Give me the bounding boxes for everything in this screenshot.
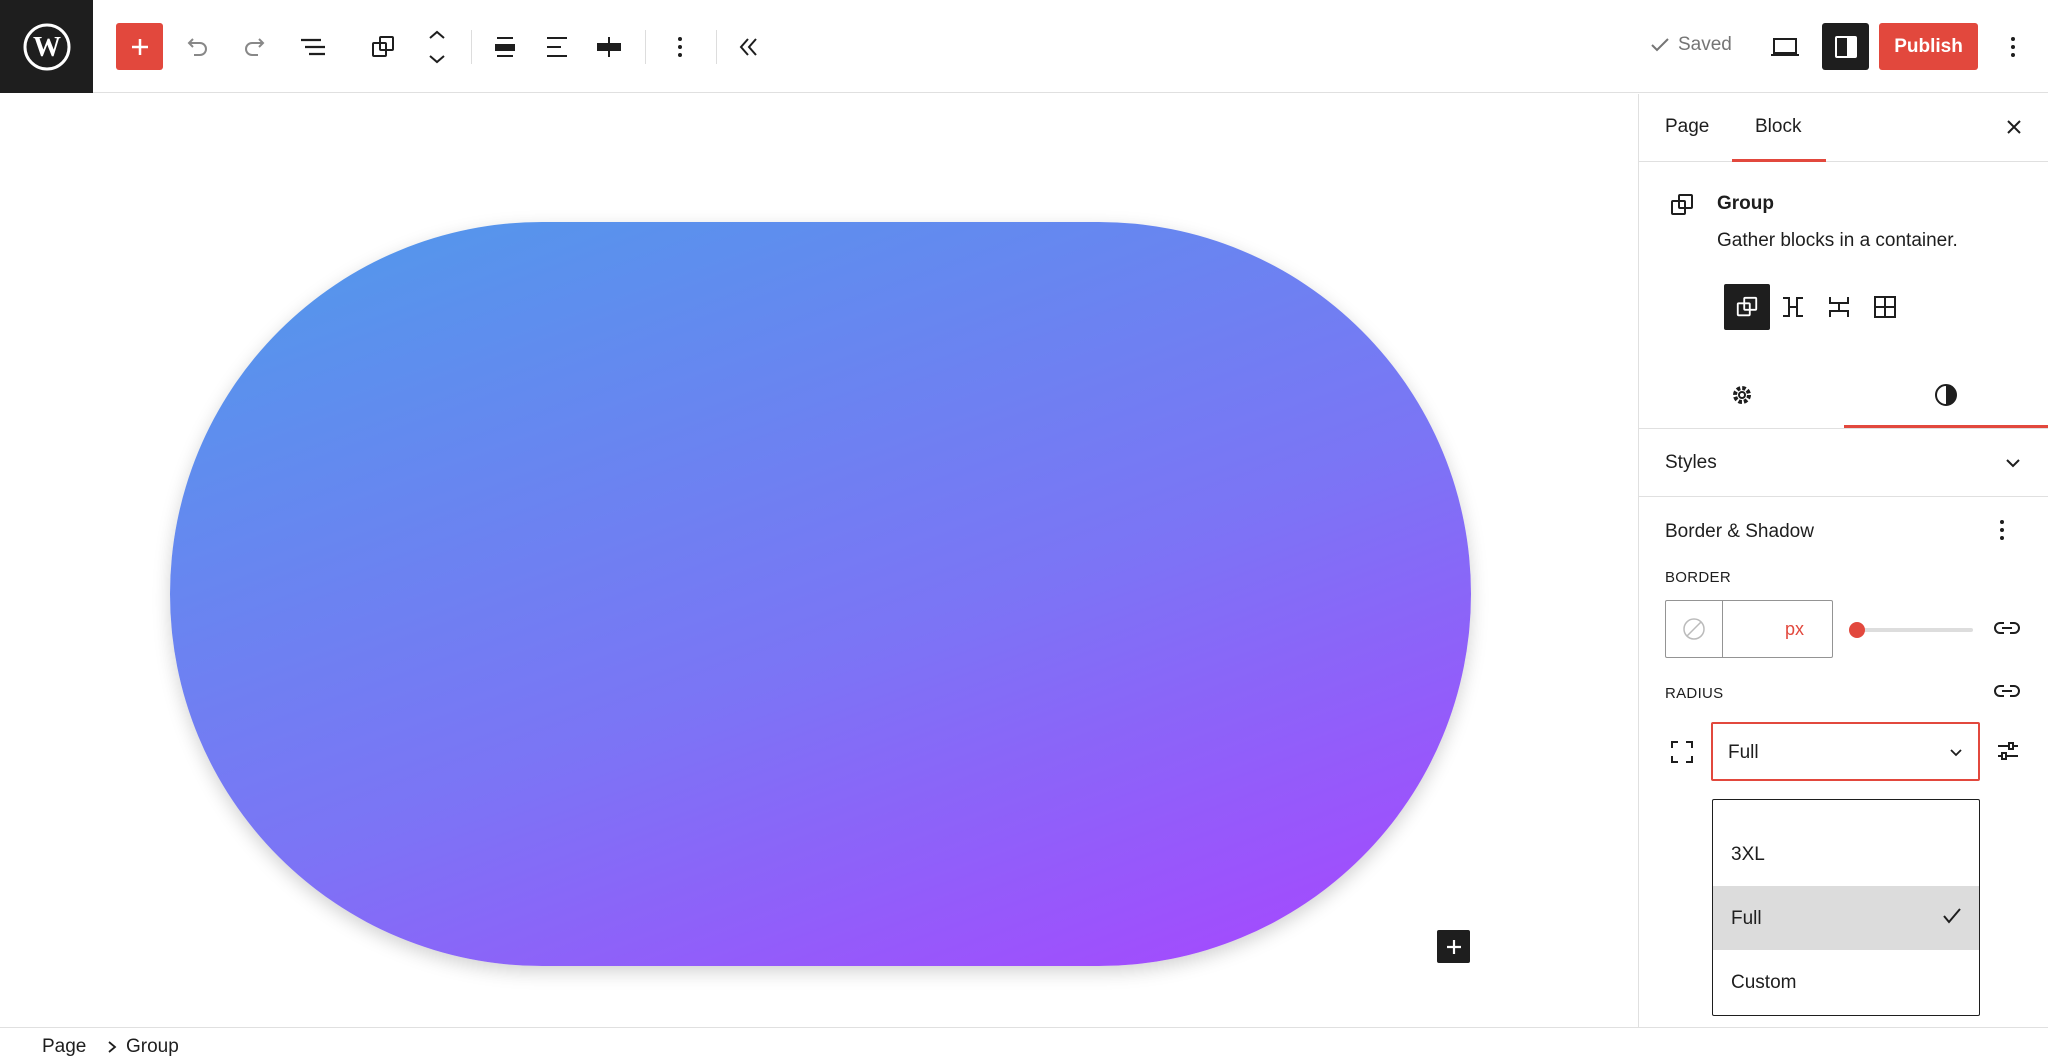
publish-button[interactable]: Publish xyxy=(1879,23,1978,70)
settings-sidebar-toggle[interactable] xyxy=(1822,23,1869,70)
variation-row-button[interactable] xyxy=(1770,284,1816,330)
tab-block[interactable]: Block xyxy=(1755,116,1801,138)
active-subtab-indicator xyxy=(1844,425,2048,428)
stack-icon xyxy=(1829,297,1849,317)
border-shadow-label: Border & Shadow xyxy=(1665,521,1814,542)
link-sides-icon[interactable] xyxy=(1993,618,2021,643)
border-label: BORDER xyxy=(1665,569,1731,586)
radius-option-custom[interactable]: Custom xyxy=(1713,950,1979,1014)
plus-icon xyxy=(1446,939,1461,954)
check-icon xyxy=(1941,906,1963,932)
preview-device-icon[interactable] xyxy=(1768,30,1802,64)
sidebar-tabs: Page Block xyxy=(1639,94,2048,162)
tab-page[interactable]: Page xyxy=(1665,116,1709,138)
radius-select[interactable]: Full xyxy=(1711,722,1980,781)
variation-group-button[interactable] xyxy=(1724,284,1770,330)
inspector-tabs xyxy=(1639,361,2048,429)
breadcrumb-page[interactable]: Page xyxy=(42,1036,86,1058)
block-title: Group xyxy=(1717,193,1774,214)
saved-label: Saved xyxy=(1678,34,1732,55)
svg-text:W: W xyxy=(33,32,61,63)
radius-option-label: Full xyxy=(1731,908,1762,929)
row-icon xyxy=(1783,297,1803,317)
more-options-icon[interactable] xyxy=(663,30,697,64)
chevron-right-icon xyxy=(106,1038,118,1060)
editor-toolbar: W Saved Publish xyxy=(0,0,2048,93)
justify-left-icon[interactable] xyxy=(540,30,574,64)
border-width-slider-track[interactable] xyxy=(1851,628,1973,632)
settings-sidebar: Page Block Group Gather blocks in a cont… xyxy=(1638,94,2048,1027)
panel-options-icon[interactable] xyxy=(1999,518,2005,547)
corner-radius-icon xyxy=(1669,739,1695,770)
border-width-input[interactable] xyxy=(1724,601,1832,657)
close-icon[interactable] xyxy=(2003,116,2025,143)
no-color-icon xyxy=(1683,618,1705,640)
styles-panel-header[interactable]: Styles xyxy=(1639,429,2048,497)
wordpress-logo-icon[interactable]: W xyxy=(0,0,93,93)
undo-icon[interactable] xyxy=(180,30,214,64)
vertical-align-center-icon[interactable] xyxy=(592,30,626,64)
redo-icon[interactable] xyxy=(238,30,272,64)
variation-stack-button[interactable] xyxy=(1816,284,1862,330)
grid-icon xyxy=(1874,296,1896,318)
border-color-picker[interactable] xyxy=(1666,601,1723,657)
chevron-down-icon xyxy=(1948,744,1964,766)
options-menu-icon[interactable] xyxy=(1998,30,2028,64)
styles-label: Styles xyxy=(1665,452,1717,473)
radius-dropdown-list: 3XL Full Custom xyxy=(1712,799,1980,1016)
breadcrumb-group[interactable]: Group xyxy=(126,1036,179,1058)
group-block-icon[interactable] xyxy=(366,30,400,64)
breadcrumb: Page Group xyxy=(0,1027,2048,1063)
radius-option-label: 3XL xyxy=(1731,844,1765,865)
border-width-control: px xyxy=(1665,600,1833,658)
radius-option-3xl[interactable]: 3XL xyxy=(1713,822,1979,886)
settings-gear-icon[interactable] xyxy=(1729,382,1755,413)
document-overview-icon[interactable] xyxy=(296,30,330,64)
sidebar-icon xyxy=(1834,35,1857,58)
radius-option-full[interactable]: Full xyxy=(1713,886,1979,950)
collapse-chevrons-icon[interactable] xyxy=(732,30,766,64)
group-block[interactable] xyxy=(170,222,1471,966)
border-width-slider-thumb[interactable] xyxy=(1849,622,1865,638)
link-corners-icon[interactable] xyxy=(1993,681,2021,706)
block-inserter-button[interactable] xyxy=(1437,930,1470,963)
move-up-down-icon[interactable] xyxy=(420,26,454,68)
group-icon xyxy=(1736,296,1758,317)
add-block-button[interactable] xyxy=(116,23,163,70)
editor-canvas xyxy=(0,94,1638,1027)
chevron-down-icon xyxy=(2003,453,2023,478)
active-tab-indicator xyxy=(1732,159,1826,162)
align-icon[interactable] xyxy=(488,30,522,64)
check-icon xyxy=(1651,38,1669,52)
radius-label: RADIUS xyxy=(1665,685,1724,702)
group-block-icon xyxy=(1669,192,1695,223)
block-description: Gather blocks in a container. xyxy=(1717,230,1958,251)
custom-settings-icon[interactable] xyxy=(1995,738,2021,769)
radius-option-label: Custom xyxy=(1731,972,1797,993)
radius-select-value: Full xyxy=(1728,742,1759,763)
styles-contrast-icon[interactable] xyxy=(1933,382,1959,413)
variation-grid-button[interactable] xyxy=(1862,284,1908,330)
saved-status: Saved xyxy=(1650,34,1732,56)
border-unit[interactable]: px xyxy=(1785,619,1804,640)
